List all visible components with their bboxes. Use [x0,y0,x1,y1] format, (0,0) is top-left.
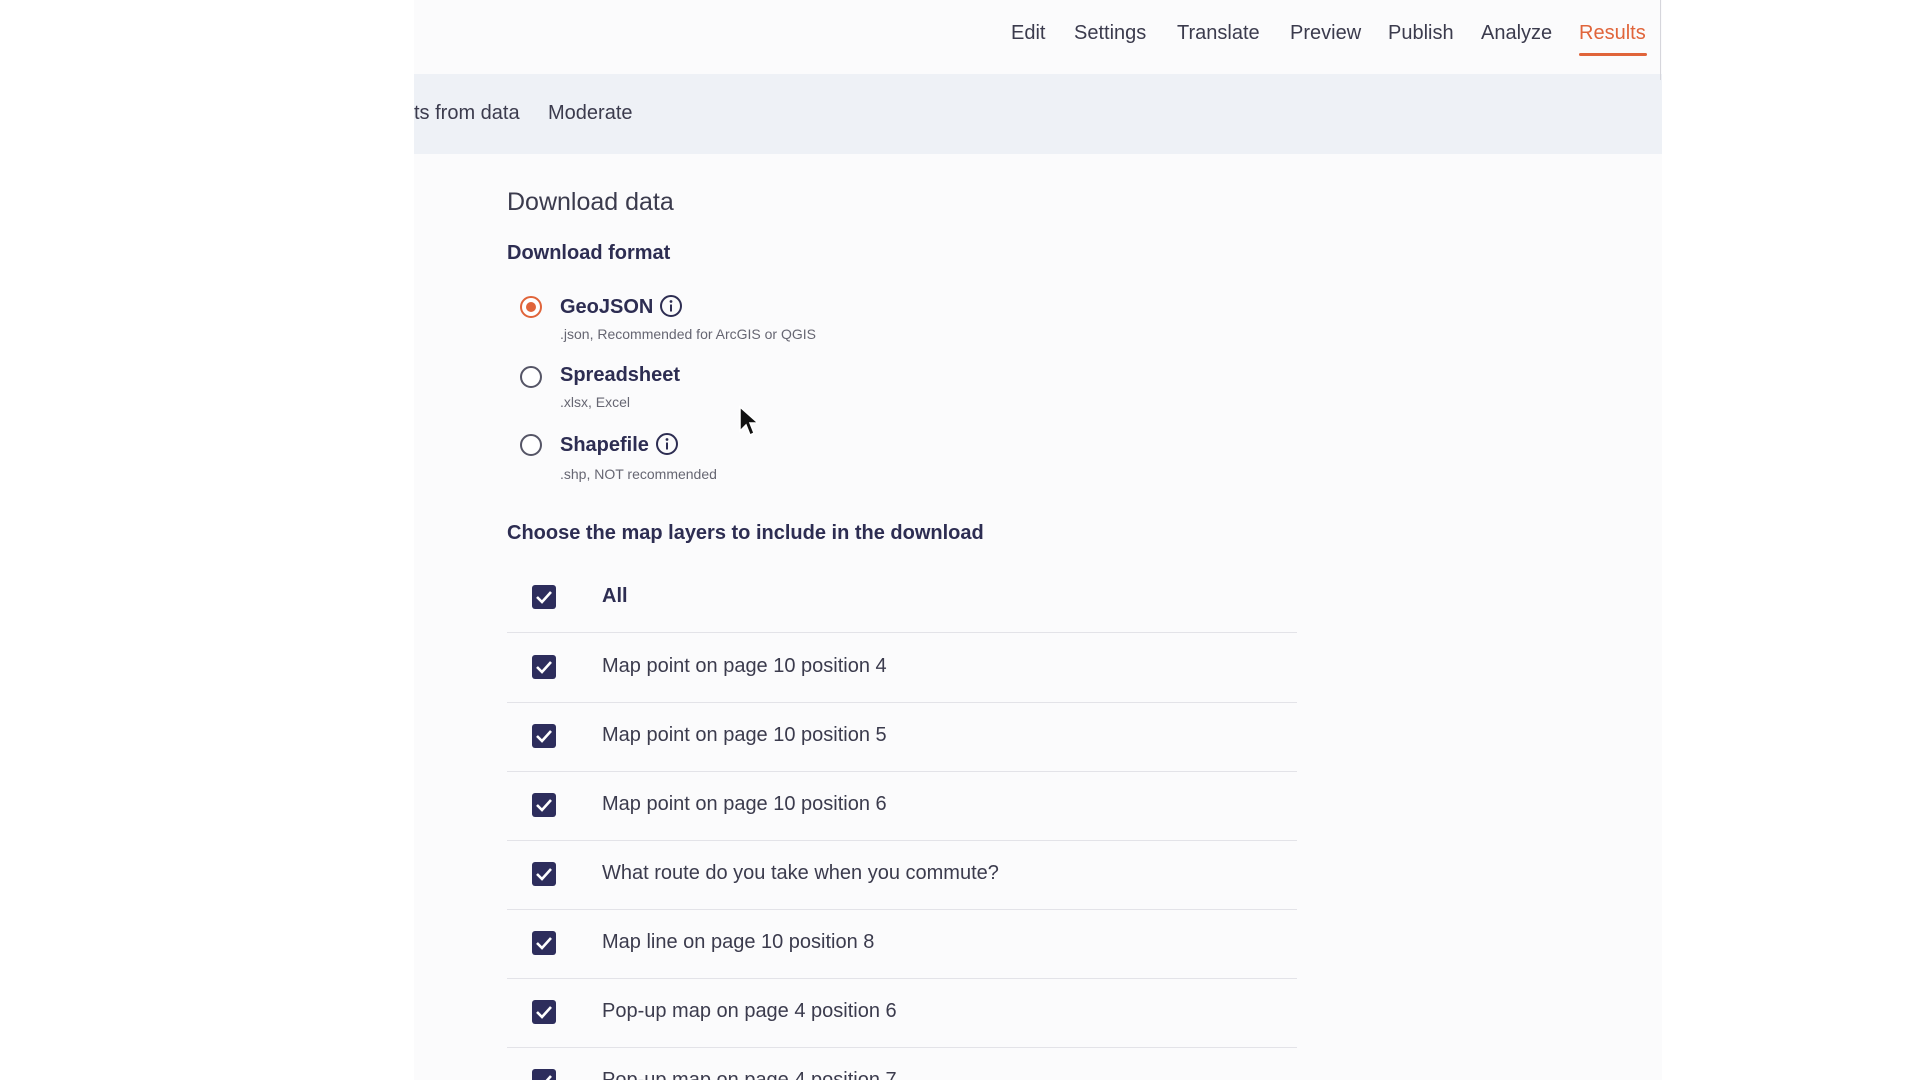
geojson-radio[interactable] [520,296,542,318]
active-tab-indicator [1579,53,1647,56]
frame-divider [1660,0,1661,80]
page-title: Download data [507,188,674,216]
info-icon[interactable] [655,432,679,456]
layer-label: Map point on page 10 position 5 [602,724,887,746]
spreadsheet-description: .xlsx, Excel [560,394,631,410]
layer-row-all[interactable]: All [507,563,1297,633]
layer-checkbox[interactable] [532,1000,556,1024]
layer-label: Map point on page 10 position 6 [602,793,887,815]
shapefile-radio[interactable] [520,434,542,456]
layer-row[interactable]: Map line on page 10 position 8 [507,909,1297,979]
layer-label: What route do you take when you commute? [602,862,999,884]
layer-checkbox[interactable] [532,862,556,886]
layer-checkbox[interactable] [532,931,556,955]
spreadsheet-label: Spreadsheet [560,364,681,386]
geojson-label-wrap: GeoJSON [560,294,683,319]
spreadsheet-radio[interactable] [520,366,542,388]
sub-nav: ts from data Moderate [414,74,1662,154]
layer-label: Pop-up map on page 4 position 7 [602,1069,897,1080]
nav-preview[interactable]: Preview [1290,22,1361,45]
layer-row[interactable]: Pop-up map on page 4 position 6 [507,978,1297,1048]
nav-edit[interactable]: Edit [1011,22,1045,45]
shapefile-description: .shp, NOT recommended [560,466,717,482]
nav-translate[interactable]: Translate [1177,22,1260,45]
nav-analyze[interactable]: Analyze [1481,22,1552,45]
check-icon [536,937,552,950]
check-icon [536,1006,552,1019]
layer-label: All [602,585,628,607]
layer-row[interactable]: Map point on page 10 position 5 [507,702,1297,772]
layer-label: Map line on page 10 position 8 [602,931,875,953]
check-icon [536,730,552,743]
subnav-insights-from-data[interactable]: ts from data [414,102,520,125]
format-option-shapefile[interactable]: Shapefile .shp, NOT recommended [520,432,1020,492]
layers-label: Choose the map layers to include in the … [507,522,984,544]
layer-row[interactable]: Pop-up map on page 4 position 7 [507,1047,1297,1080]
check-icon [536,591,552,604]
checkbox-all[interactable] [532,585,556,609]
subnav-moderate[interactable]: Moderate [548,102,633,125]
info-icon[interactable] [659,294,683,318]
mouse-cursor-icon [739,405,760,437]
shapefile-label: Shapefile [560,434,649,456]
top-nav: Edit Settings Translate Preview Publish … [414,0,1662,74]
layer-checkbox[interactable] [532,655,556,679]
layer-checkbox[interactable] [532,1069,556,1080]
layer-row[interactable]: What route do you take when you commute? [507,840,1297,910]
layer-row[interactable]: Map point on page 10 position 4 [507,633,1297,703]
check-icon [536,661,552,674]
nav-settings[interactable]: Settings [1074,22,1146,45]
format-option-spreadsheet[interactable]: Spreadsheet .xlsx, Excel [520,364,1020,424]
nav-results[interactable]: Results [1579,22,1646,45]
geojson-description: .json, Recommended for ArcGIS or QGIS [560,326,816,342]
download-format-label: Download format [507,242,671,264]
check-icon [536,799,552,812]
app-frame: Edit Settings Translate Preview Publish … [414,0,1662,1080]
shapefile-label-wrap: Shapefile [560,432,679,457]
layer-checkbox[interactable] [532,793,556,817]
layer-label: Pop-up map on page 4 position 6 [602,1000,897,1022]
nav-publish[interactable]: Publish [1388,22,1454,45]
layer-row[interactable]: Map point on page 10 position 6 [507,771,1297,841]
check-icon [545,1075,552,1080]
layer-checkbox[interactable] [532,724,556,748]
format-option-geojson[interactable]: GeoJSON .json, Recommended for ArcGIS or… [520,294,1020,354]
layer-label: Map point on page 10 position 4 [602,655,887,677]
geojson-label: GeoJSON [560,296,654,318]
check-icon [536,868,552,881]
